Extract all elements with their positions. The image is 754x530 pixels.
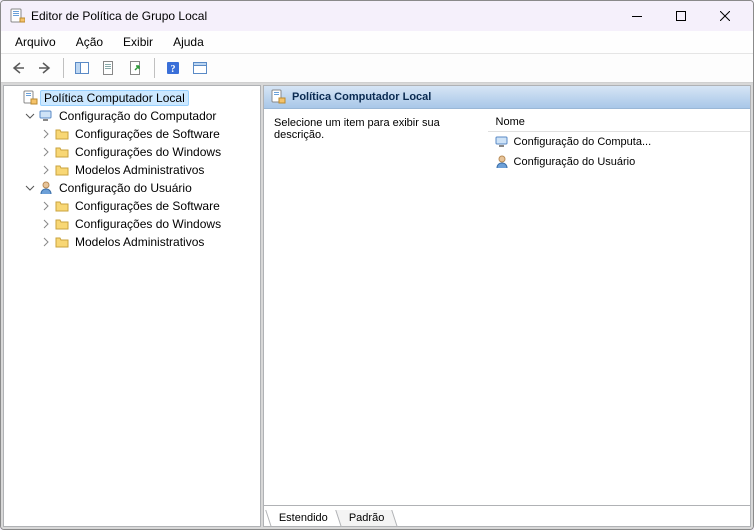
tree-computer-config[interactable]: Configuração do Computador xyxy=(22,107,258,125)
close-button[interactable] xyxy=(703,2,747,30)
list-item-computer-config[interactable]: Configuração do Computa... xyxy=(488,132,750,152)
maximize-icon xyxy=(676,11,686,21)
tab-label: Estendido xyxy=(279,512,328,524)
export-list-button[interactable] xyxy=(123,55,149,81)
tab-standard[interactable]: Padrão xyxy=(335,510,398,527)
column-header-name[interactable]: Nome xyxy=(488,113,750,132)
user-icon xyxy=(38,180,54,196)
toolbar: ? xyxy=(1,54,753,83)
tree-user-config[interactable]: Configuração do Usuário xyxy=(22,179,258,197)
folder-icon xyxy=(54,126,70,142)
computer-icon xyxy=(38,108,54,124)
list-item-label: Configuração do Computa... xyxy=(514,136,652,148)
tree-user-windows[interactable]: Configurações do Windows xyxy=(38,215,258,233)
details-header: Política Computador Local xyxy=(264,86,750,109)
tab-strip: Estendido Padrão xyxy=(263,506,751,527)
tree-label: Configurações de Software xyxy=(72,127,223,141)
menubar: Arquivo Ação Exibir Ajuda xyxy=(1,31,753,54)
app-icon xyxy=(9,8,25,24)
menu-exibir[interactable]: Exibir xyxy=(113,33,163,51)
chevron-down-icon[interactable] xyxy=(24,110,36,122)
chevron-right-icon[interactable] xyxy=(40,200,52,212)
description-text: Selecione um item para exibir sua descri… xyxy=(274,117,440,141)
tree-label: Configurações de Software xyxy=(72,199,223,213)
tab-label: Padrão xyxy=(349,512,384,524)
tree-label: Configuração do Usuário xyxy=(56,181,195,195)
computer-icon xyxy=(494,134,510,150)
details-pane: Política Computador Local Selecione um i… xyxy=(263,85,751,506)
export-icon xyxy=(128,60,144,76)
policy-root-icon xyxy=(270,89,286,105)
policy-root-icon xyxy=(22,90,38,106)
details-body: Selecione um item para exibir sua descri… xyxy=(264,109,750,505)
tree-user-admin-templates[interactable]: Modelos Administrativos xyxy=(38,233,258,251)
menu-ajuda[interactable]: Ajuda xyxy=(163,33,214,51)
maximize-button[interactable] xyxy=(659,2,703,30)
chevron-right-icon[interactable] xyxy=(40,146,52,158)
toolbar-separator xyxy=(154,58,155,78)
folder-icon xyxy=(54,198,70,214)
tree-pane[interactable]: ▾ Política Computador Local xyxy=(3,85,261,527)
back-button[interactable] xyxy=(5,55,31,81)
folder-icon xyxy=(54,162,70,178)
user-icon xyxy=(494,154,510,170)
help-icon: ? xyxy=(165,60,181,76)
details-container: Política Computador Local Selecione um i… xyxy=(263,85,751,527)
folder-icon xyxy=(54,216,70,232)
tree-label: Configuração do Computador xyxy=(56,109,219,123)
tree-label: Modelos Administrativos xyxy=(72,235,207,249)
tree-user-software[interactable]: Configurações de Software xyxy=(38,197,258,215)
content-area: ▾ Política Computador Local xyxy=(1,83,753,529)
properties-icon xyxy=(101,60,117,76)
list-item-label: Configuração do Usuário xyxy=(514,156,636,168)
window-root: Editor de Política de Grupo Local Arquiv… xyxy=(0,0,754,530)
window-controls xyxy=(615,2,747,30)
chevron-down-icon[interactable] xyxy=(24,182,36,194)
chevron-right-icon[interactable] xyxy=(40,128,52,140)
chevron-right-icon[interactable] xyxy=(40,236,52,248)
minimize-button[interactable] xyxy=(615,2,659,30)
chevron-right-icon[interactable] xyxy=(40,164,52,176)
arrow-left-icon xyxy=(10,60,26,76)
svg-text:?: ? xyxy=(171,64,176,75)
show-hide-tree-button[interactable] xyxy=(69,55,95,81)
chevron-right-icon[interactable] xyxy=(40,218,52,230)
arrow-right-icon xyxy=(37,60,53,76)
menu-acao[interactable]: Ação xyxy=(66,33,113,51)
description-column: Selecione um item para exibir sua descri… xyxy=(264,109,488,505)
tree-computer-software[interactable]: Configurações de Software xyxy=(38,125,258,143)
tree-label: Política Computador Local xyxy=(40,90,189,106)
tree-label: Modelos Administrativos xyxy=(72,163,207,177)
forward-button[interactable] xyxy=(32,55,58,81)
list-column: Nome Configuração do Computa... Configu xyxy=(488,109,750,505)
toolbar-separator xyxy=(63,58,64,78)
folder-icon xyxy=(54,234,70,250)
tab-extended[interactable]: Estendido xyxy=(265,510,341,527)
list-item-user-config[interactable]: Configuração do Usuário xyxy=(488,152,750,172)
close-icon xyxy=(720,11,730,21)
minimize-icon xyxy=(632,11,642,21)
titlebar[interactable]: Editor de Política de Grupo Local xyxy=(1,1,753,31)
tree-computer-admin-templates[interactable]: Modelos Administrativos xyxy=(38,161,258,179)
folder-icon xyxy=(54,144,70,160)
panel-toggle-icon xyxy=(74,60,90,76)
menu-arquivo[interactable]: Arquivo xyxy=(5,33,66,51)
tree-label: Configurações do Windows xyxy=(72,217,224,231)
help-button[interactable]: ? xyxy=(160,55,186,81)
tree-label: Configurações do Windows xyxy=(72,145,224,159)
filter-button[interactable] xyxy=(187,55,213,81)
window-title: Editor de Política de Grupo Local xyxy=(31,9,615,23)
tree-computer-windows[interactable]: Configurações do Windows xyxy=(38,143,258,161)
tree-root[interactable]: ▾ Política Computador Local xyxy=(6,89,258,107)
filter-window-icon xyxy=(192,60,208,76)
properties-button[interactable] xyxy=(96,55,122,81)
details-header-text: Política Computador Local xyxy=(292,91,431,103)
